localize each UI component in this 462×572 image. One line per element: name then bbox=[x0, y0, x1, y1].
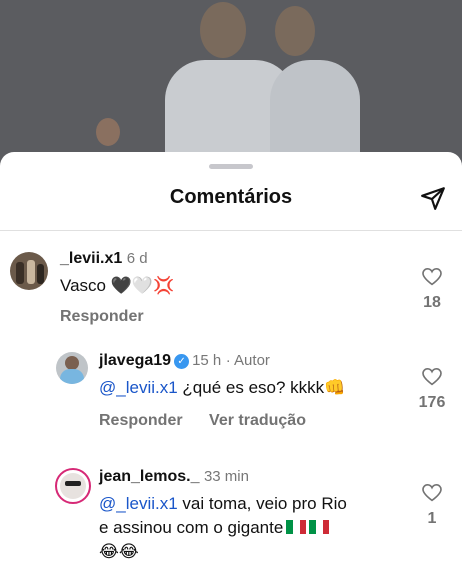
heart-icon[interactable] bbox=[422, 268, 442, 286]
italy-flag-icon bbox=[286, 517, 307, 534]
comment-body-line1: vai toma, veio pro Rio bbox=[182, 494, 347, 513]
comment-username[interactable]: _levii.x1 bbox=[60, 250, 122, 267]
avatar[interactable] bbox=[55, 468, 91, 504]
comment-mention[interactable]: @_levii.x1 bbox=[99, 378, 178, 397]
verified-icon: ✓ bbox=[174, 354, 190, 369]
heart-icon[interactable] bbox=[422, 484, 442, 502]
comment-emojis: 🖤🤍💢 bbox=[110, 276, 175, 296]
comment-time: 33 min bbox=[203, 468, 249, 485]
comment-body: ¿qué es eso? kkkk bbox=[182, 378, 325, 397]
comment-body-line2: e assinou com o gigante bbox=[99, 518, 284, 537]
like-button[interactable]: 18 bbox=[412, 268, 452, 312]
player-head bbox=[200, 2, 246, 58]
like-button[interactable]: 176 bbox=[412, 368, 452, 412]
like-count: 176 bbox=[418, 394, 446, 411]
sheet-grabber[interactable] bbox=[209, 164, 253, 169]
background-photo bbox=[0, 0, 462, 170]
comment-time: 6 d bbox=[126, 250, 148, 267]
reply-button[interactable]: Responder bbox=[99, 412, 183, 429]
comment-text: Vasco 🖤🤍💢 bbox=[60, 274, 174, 298]
send-icon[interactable] bbox=[420, 185, 446, 211]
sheet-title: Comentários bbox=[169, 186, 293, 208]
comment-text: @_levii.x1 vai toma, veio pro Rio e assi… bbox=[99, 492, 347, 564]
comment-time: 15 h bbox=[192, 352, 222, 369]
avatar[interactable] bbox=[56, 352, 88, 384]
avatar[interactable] bbox=[10, 252, 48, 290]
author-tag: · Autor bbox=[225, 352, 270, 369]
heart-icon[interactable] bbox=[422, 368, 442, 386]
comment-body: Vasco bbox=[60, 276, 106, 295]
like-count: 1 bbox=[427, 510, 437, 527]
like-button[interactable]: 1 bbox=[412, 484, 452, 528]
comment-text: @_levii.x1 ¿qué es eso? kkkk👊 bbox=[99, 376, 345, 400]
see-translation-button[interactable]: Ver tradução bbox=[209, 412, 306, 429]
comment-username[interactable]: jlavega19 bbox=[99, 352, 171, 369]
header-divider bbox=[0, 230, 462, 231]
reply-button[interactable]: Responder bbox=[60, 308, 144, 325]
italy-flag-icon bbox=[309, 517, 330, 534]
comment-mention[interactable]: @_levii.x1 bbox=[99, 494, 178, 513]
player-head bbox=[96, 118, 120, 146]
player-head bbox=[275, 6, 315, 56]
comment-emojis: 😂😂 bbox=[99, 542, 139, 562]
like-count: 18 bbox=[423, 294, 441, 311]
comment-emojis: 👊 bbox=[324, 378, 346, 398]
comment-username[interactable]: jean_lemos._ bbox=[99, 468, 200, 485]
